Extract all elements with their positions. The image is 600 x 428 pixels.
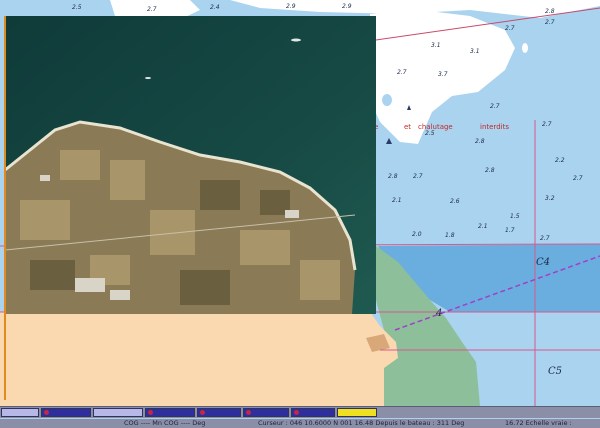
cog-readout: COG ---- Mn COG ---- Deg xyxy=(124,419,206,427)
task-button-5[interactable] xyxy=(197,408,241,417)
svg-text:2.7: 2.7 xyxy=(573,175,583,182)
svg-text:2.0: 2.0 xyxy=(412,231,422,238)
svg-text:2.9: 2.9 xyxy=(342,3,352,10)
zone-label-c5: C5 xyxy=(548,366,562,377)
islet xyxy=(522,43,528,53)
label-et: et xyxy=(404,123,411,131)
task-button-6[interactable] xyxy=(243,408,289,417)
svg-text:2.7: 2.7 xyxy=(413,173,423,180)
svg-text:3.1: 3.1 xyxy=(470,48,480,55)
label-chalutage: chalutage xyxy=(418,123,453,131)
aerial-photo-overlay[interactable] xyxy=(4,16,376,314)
svg-text:2.8: 2.8 xyxy=(388,173,398,180)
svg-text:2.2: 2.2 xyxy=(555,157,565,164)
svg-text:2.4: 2.4 xyxy=(210,4,220,11)
cursor-readout: Curseur : 046 10.6000 N 001 16.48 Depuis… xyxy=(258,419,465,427)
task-button-4[interactable] xyxy=(145,408,195,417)
svg-text:1.5: 1.5 xyxy=(510,213,520,220)
svg-text:3.1: 3.1 xyxy=(431,42,441,49)
svg-text:2.1: 2.1 xyxy=(392,197,402,204)
svg-text:2.5: 2.5 xyxy=(72,4,82,11)
svg-text:2.7: 2.7 xyxy=(147,6,157,13)
svg-text:1.7: 1.7 xyxy=(505,227,515,234)
scale-readout: 16.72 Echelle vraie : xyxy=(505,419,572,427)
svg-text:2.7: 2.7 xyxy=(397,69,407,76)
label-interdits: interdits xyxy=(480,123,509,131)
land-area xyxy=(0,312,398,406)
status-bar: COG ---- Mn COG ---- Deg Curseur : 046 1… xyxy=(0,419,600,428)
svg-text:1.8: 1.8 xyxy=(445,232,455,239)
rock-2 xyxy=(382,94,392,106)
zone-label-c4: C4 xyxy=(536,257,550,268)
svg-text:2.7: 2.7 xyxy=(505,25,515,32)
svg-text:3.7: 3.7 xyxy=(438,71,448,78)
svg-text:2.6: 2.6 xyxy=(450,198,460,205)
svg-text:2.9: 2.9 xyxy=(286,3,296,10)
task-button-7[interactable] xyxy=(291,408,335,417)
svg-text:2.7: 2.7 xyxy=(545,19,555,26)
zone-label-4: 4 xyxy=(435,308,442,319)
svg-text:2.8: 2.8 xyxy=(475,138,485,145)
task-button-2[interactable] xyxy=(41,408,91,417)
svg-text:2.1: 2.1 xyxy=(478,223,488,230)
boat-wake-icon xyxy=(291,38,301,42)
nautical-chart-view[interactable]: 2.5 2.7 2.4 2.9 2.9 2.8 2.7 2.7 3.1 3.1 … xyxy=(0,0,600,406)
svg-text:2.8: 2.8 xyxy=(545,8,555,15)
task-button-1[interactable] xyxy=(1,408,39,417)
svg-text:2.7: 2.7 xyxy=(490,103,500,110)
svg-text:2.8: 2.8 xyxy=(485,167,495,174)
task-button-8[interactable] xyxy=(337,408,377,417)
boat-wake-icon xyxy=(145,77,151,79)
taskbar xyxy=(0,406,600,418)
chart-canvas[interactable]: 2.5 2.7 2.4 2.9 2.9 2.8 2.7 2.7 3.1 3.1 … xyxy=(0,0,600,406)
svg-text:3.2: 3.2 xyxy=(545,195,555,202)
svg-text:2.7: 2.7 xyxy=(542,121,552,128)
task-button-3[interactable] xyxy=(93,408,143,417)
svg-text:2.5: 2.5 xyxy=(425,130,435,137)
svg-text:2.7: 2.7 xyxy=(540,235,550,242)
